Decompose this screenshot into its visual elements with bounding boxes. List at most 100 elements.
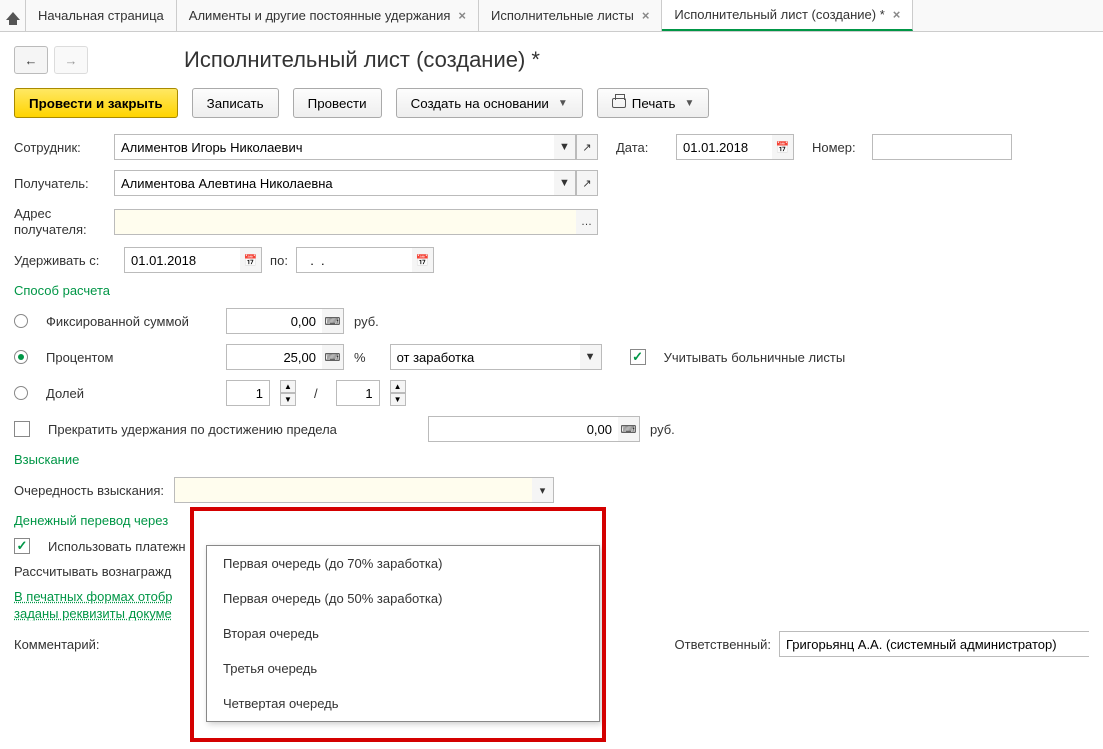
withhold-to-input[interactable] <box>296 247 412 273</box>
withhold-to-label: по: <box>262 253 296 268</box>
tab-label: Исполнительные листы <box>491 8 634 23</box>
home-tab[interactable] <box>0 0 26 31</box>
printer-icon <box>612 98 626 108</box>
responsible-label: Ответственный: <box>675 637 771 652</box>
calc-icon[interactable]: ⌨ <box>322 308 344 334</box>
calc-icon[interactable]: ⌨ <box>322 344 344 370</box>
address-input[interactable] <box>114 209 576 235</box>
chevron-down-icon[interactable]: ▾ <box>532 477 554 503</box>
address-label: Адрес получателя: <box>14 206 114 237</box>
fraction-den-spinner[interactable]: ▲▼ <box>390 380 406 406</box>
percent-field[interactable]: ⌨ <box>226 344 344 370</box>
collection-section-title: Взыскание <box>14 452 1089 467</box>
chevron-down-icon[interactable]: ▼ <box>554 170 576 196</box>
fraction-num-input[interactable] <box>226 380 270 406</box>
recipient-label: Получатель: <box>14 176 114 191</box>
chevron-down-icon[interactable]: ▼ <box>554 134 576 160</box>
recipient-field[interactable]: ▼ ↗ <box>114 170 598 196</box>
priority-option[interactable]: Первая очередь (до 50% заработка) <box>207 581 599 616</box>
use-agent-label: Использовать платежн <box>48 539 186 554</box>
stop-amount-input[interactable] <box>428 416 618 442</box>
transfer-section-title: Денежный перевод через <box>14 513 1089 528</box>
stop-unit: руб. <box>650 422 675 437</box>
withhold-from-field[interactable]: 📅 <box>124 247 262 273</box>
sick-checkbox[interactable]: ✓ <box>630 349 646 365</box>
ellipsis-icon[interactable]: … <box>576 209 598 235</box>
back-button[interactable]: ← <box>14 46 48 74</box>
create-based-on-button[interactable]: Создать на основании ▼ <box>396 88 583 118</box>
stop-label: Прекратить удержания по достижению преде… <box>48 422 418 437</box>
open-icon[interactable]: ↗ <box>576 134 598 160</box>
open-icon[interactable]: ↗ <box>576 170 598 196</box>
print-button[interactable]: Печать ▼ <box>597 88 710 118</box>
tab-label: Алименты и другие постоянные удержания <box>189 8 451 23</box>
base-field[interactable]: ▼ <box>390 344 602 370</box>
tab-writs[interactable]: Исполнительные листы × <box>479 0 662 31</box>
priority-option[interactable]: Первая очередь (до 70% заработка) <box>207 546 599 581</box>
recipient-input[interactable] <box>114 170 554 196</box>
priority-dropdown: Первая очередь (до 70% заработка) Первая… <box>206 545 600 722</box>
nav-bar: ← → Исполнительный лист (создание) * <box>0 32 1103 78</box>
chevron-down-icon: ▼ <box>684 98 694 109</box>
priority-field[interactable]: ▾ <box>174 477 554 503</box>
post-and-close-button[interactable]: Провести и закрыть <box>14 88 178 118</box>
fraction-radio[interactable] <box>14 386 28 400</box>
post-button[interactable]: Провести <box>293 88 382 118</box>
percent-radio[interactable] <box>14 350 28 364</box>
percent-unit: % <box>354 350 366 365</box>
tab-writ-create[interactable]: Исполнительный лист (создание) * × <box>662 0 913 31</box>
fraction-label: Долей <box>46 386 216 401</box>
fraction-den-input[interactable] <box>336 380 380 406</box>
print-forms-link2[interactable]: заданы реквизиты докуме <box>14 606 172 621</box>
tab-bar: Начальная страница Алименты и другие пос… <box>0 0 1103 32</box>
responsible-field[interactable] <box>779 631 1089 657</box>
close-icon[interactable]: × <box>893 7 901 22</box>
tab-home[interactable]: Начальная страница <box>26 0 177 31</box>
chevron-down-icon: ▼ <box>558 98 568 109</box>
percent-input[interactable] <box>226 344 322 370</box>
priority-option[interactable]: Четвертая очередь <box>207 686 599 721</box>
date-input[interactable] <box>676 134 772 160</box>
close-icon[interactable]: × <box>458 8 466 23</box>
employee-field[interactable]: ▼ ↗ <box>114 134 598 160</box>
number-label: Номер: <box>812 140 872 155</box>
base-input[interactable] <box>390 344 580 370</box>
print-forms-link[interactable]: В печатных формах отобр <box>14 589 173 604</box>
close-icon[interactable]: × <box>642 8 650 23</box>
priority-option[interactable]: Третья очередь <box>207 651 599 686</box>
forward-button[interactable]: → <box>54 46 88 74</box>
stop-checkbox[interactable] <box>14 421 30 437</box>
tab-alimony[interactable]: Алименты и другие постоянные удержания × <box>177 0 479 31</box>
fixed-amount-input[interactable] <box>226 308 322 334</box>
save-button[interactable]: Записать <box>192 88 279 118</box>
employee-input[interactable] <box>114 134 554 160</box>
use-agent-checkbox[interactable]: ✓ <box>14 538 30 554</box>
priority-label: Очередность взыскания: <box>14 483 174 498</box>
calc-icon[interactable]: ⌨ <box>618 416 640 442</box>
stop-amount-field[interactable]: ⌨ <box>428 416 640 442</box>
priority-option[interactable]: Вторая очередь <box>207 616 599 651</box>
fixed-radio[interactable] <box>14 314 28 328</box>
percent-label: Процентом <box>46 350 216 365</box>
fraction-sep: / <box>306 386 326 401</box>
date-field[interactable]: 📅 <box>676 134 794 160</box>
calendar-icon[interactable]: 📅 <box>240 247 262 273</box>
withhold-from-input[interactable] <box>124 247 240 273</box>
tab-label: Начальная страница <box>38 8 164 23</box>
priority-input[interactable] <box>174 477 532 503</box>
comment-label: Комментарий: <box>14 637 114 652</box>
chevron-down-icon[interactable]: ▼ <box>580 344 602 370</box>
calendar-icon[interactable]: 📅 <box>772 134 794 160</box>
address-field[interactable]: … <box>114 209 598 235</box>
fraction-num-spinner[interactable]: ▲▼ <box>280 380 296 406</box>
fixed-amount-field[interactable]: ⌨ <box>226 308 344 334</box>
button-label: Создать на основании <box>411 96 549 111</box>
calendar-icon[interactable]: 📅 <box>412 247 434 273</box>
date-label: Дата: <box>616 140 676 155</box>
withhold-to-field[interactable]: 📅 <box>296 247 434 273</box>
sick-label: Учитывать больничные листы <box>664 350 846 365</box>
number-input[interactable] <box>872 134 1012 160</box>
responsible-input[interactable] <box>779 631 1089 657</box>
calc-reward-label: Рассчитывать вознагражд <box>14 564 171 579</box>
home-icon <box>6 12 20 20</box>
